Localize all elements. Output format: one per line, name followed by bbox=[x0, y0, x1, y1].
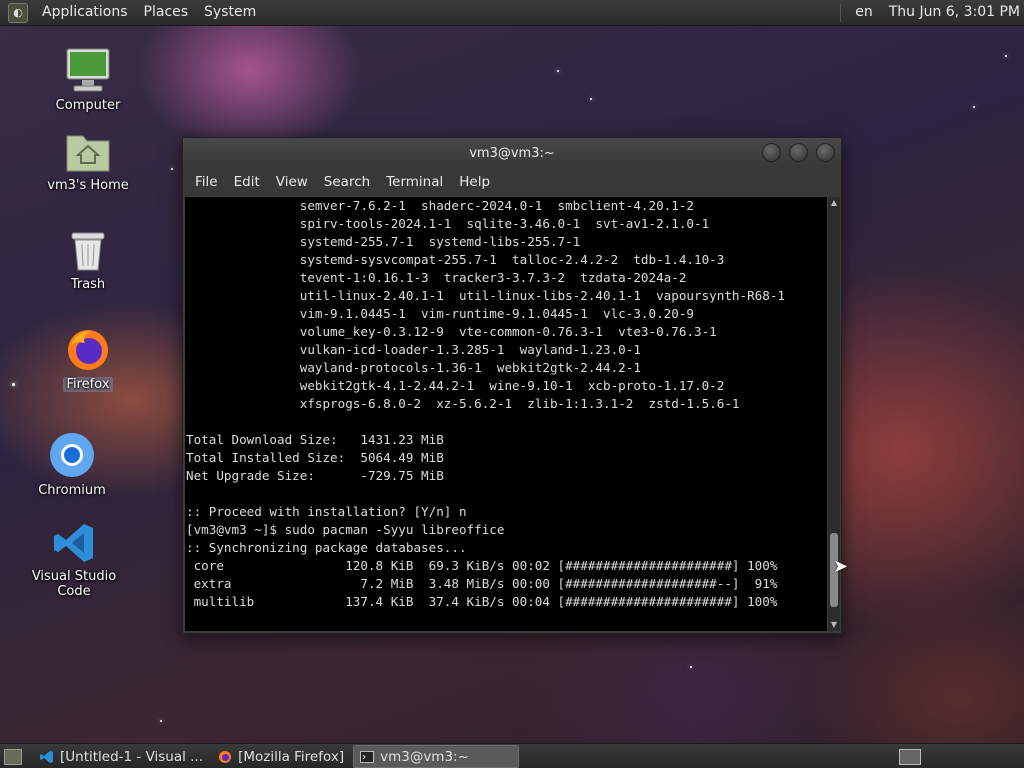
desktop-icon-firefox[interactable]: Firefox bbox=[33, 327, 143, 392]
workspace-switcher[interactable] bbox=[899, 748, 921, 765]
desktop-icon-computer[interactable]: Computer bbox=[33, 46, 143, 113]
trash-icon bbox=[68, 229, 108, 273]
desktop-icon-label: Computer bbox=[55, 98, 121, 113]
desktop-icon-label: Visual Studio Code bbox=[31, 569, 117, 599]
bottom-taskbar: [Untitled-1 - Visual ... [Mozilla Firefo… bbox=[0, 743, 1024, 768]
menu-help[interactable]: Help bbox=[451, 174, 498, 190]
desktop-icon-home[interactable]: vm3's Home bbox=[33, 128, 143, 193]
desktop-icon-label: Firefox bbox=[63, 377, 113, 392]
computer-icon bbox=[64, 46, 112, 94]
menu-file[interactable]: File bbox=[187, 174, 226, 190]
terminal-titlebar[interactable]: vm3@vm3:~ bbox=[183, 138, 841, 168]
chromium-icon bbox=[48, 431, 96, 479]
menu-system[interactable]: System bbox=[196, 0, 264, 25]
taskbar-item-label: [Mozilla Firefox] bbox=[238, 748, 345, 765]
background-star bbox=[590, 98, 592, 100]
taskbar-item-firefox[interactable]: [Mozilla Firefox] bbox=[212, 746, 350, 767]
desktop-icon-chromium[interactable]: Chromium bbox=[17, 431, 127, 498]
home-folder-icon bbox=[64, 128, 112, 174]
background-star bbox=[973, 106, 975, 108]
show-desktop-icon[interactable] bbox=[4, 748, 22, 765]
top-panel: ◐ Applications Places System en Thu Jun … bbox=[0, 0, 1024, 26]
terminal-window[interactable]: vm3@vm3:~ File Edit View Search Terminal… bbox=[182, 137, 842, 634]
background-star bbox=[690, 666, 692, 668]
vscode-icon bbox=[40, 750, 53, 763]
terminal-menubar: File Edit View Search Terminal Help bbox=[183, 168, 841, 196]
scroll-up-arrow-icon[interactable]: ▲ bbox=[828, 197, 840, 209]
scroll-down-arrow-icon[interactable]: ▼ bbox=[828, 619, 840, 631]
desktop-icon-label: Trash bbox=[70, 277, 106, 292]
mouse-cursor-icon: ➤ bbox=[833, 556, 849, 577]
background-star bbox=[557, 70, 559, 72]
taskbar-item-label: [Untitled-1 - Visual ... bbox=[60, 748, 204, 765]
menu-view[interactable]: View bbox=[268, 174, 316, 190]
background-star bbox=[12, 383, 15, 386]
background-star bbox=[1005, 55, 1007, 57]
background-star bbox=[160, 720, 162, 722]
maximize-button[interactable] bbox=[789, 143, 808, 162]
taskbar-item-terminal[interactable]: vm3@vm3:~ bbox=[353, 745, 520, 768]
terminal-output[interactable]: semver-7.6.2-1 shaderc-2024.0-1 smbclien… bbox=[185, 197, 827, 631]
menu-applications[interactable]: Applications bbox=[34, 0, 136, 25]
taskbar-item-label: vm3@vm3:~ bbox=[380, 748, 469, 765]
keyboard-layout-indicator[interactable]: en bbox=[847, 0, 881, 25]
menu-terminal[interactable]: Terminal bbox=[378, 174, 451, 190]
menu-edit[interactable]: Edit bbox=[226, 174, 268, 190]
menu-places[interactable]: Places bbox=[136, 0, 197, 25]
terminal-icon bbox=[360, 750, 375, 763]
firefox-icon bbox=[219, 750, 232, 763]
background-star bbox=[171, 168, 173, 170]
menu-search[interactable]: Search bbox=[316, 174, 378, 190]
desktop-icon-trash[interactable]: Trash bbox=[33, 229, 143, 292]
desktop-icon-label: Chromium bbox=[38, 483, 106, 498]
panel-clock[interactable]: Thu Jun 6, 3:01 PM bbox=[881, 0, 1024, 25]
desktop-icon-label: vm3's Home bbox=[47, 178, 129, 193]
minimize-button[interactable] bbox=[762, 143, 781, 162]
distro-logo-icon[interactable]: ◐ bbox=[8, 2, 28, 23]
taskbar-item-vscode[interactable]: [Untitled-1 - Visual ... bbox=[34, 746, 209, 767]
window-title: vm3@vm3:~ bbox=[469, 145, 555, 161]
close-button[interactable] bbox=[816, 143, 835, 162]
desktop-icon-vscode[interactable]: Visual Studio Code bbox=[14, 521, 134, 599]
terminal-text: semver-7.6.2-1 shaderc-2024.0-1 smbclien… bbox=[186, 198, 785, 609]
vscode-icon bbox=[52, 521, 96, 565]
panel-separator bbox=[840, 3, 842, 22]
firefox-icon bbox=[65, 327, 111, 373]
